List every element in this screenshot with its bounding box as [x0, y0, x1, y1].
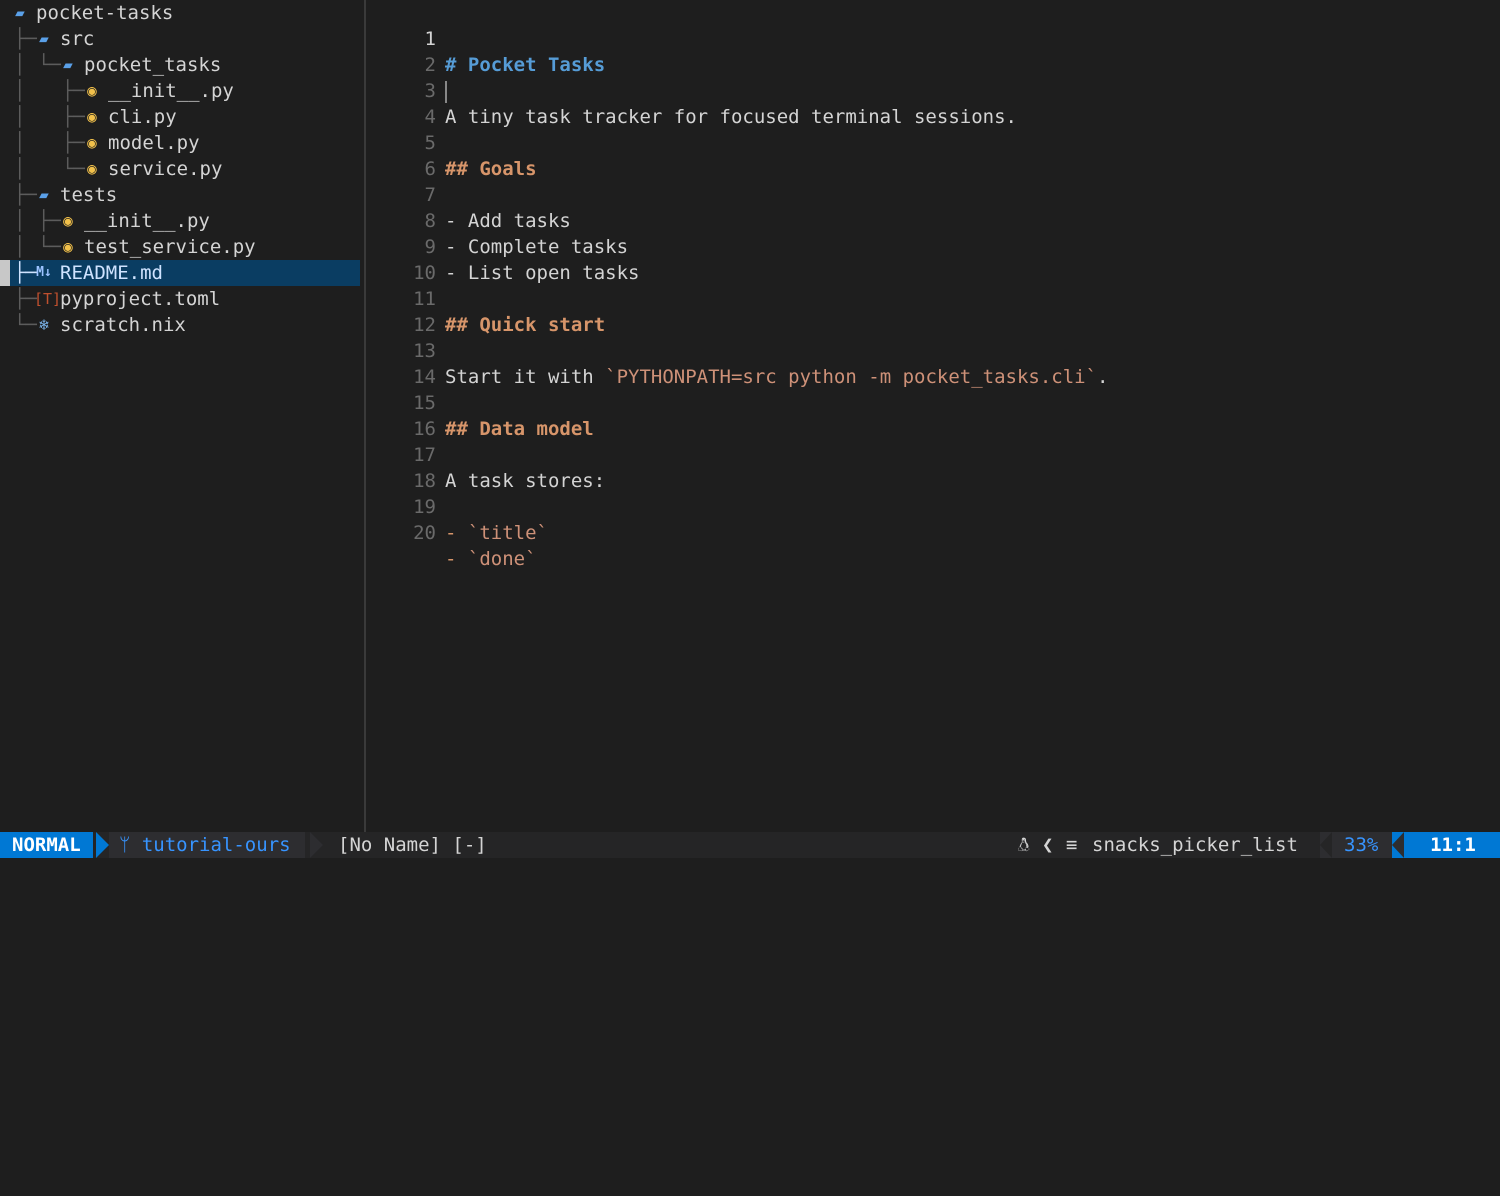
editor-line[interactable]: 20 - `done` — [368, 494, 1500, 570]
editor-line[interactable]: 15 ## Data model — [368, 364, 1500, 440]
modified-flag: [-] — [452, 834, 487, 856]
editor-line[interactable]: 8 - Complete tasks — [368, 182, 1500, 258]
file-explorer: ▰ pocket-tasks ├─ ▰ src │ └─ ▰ pocket_ta… — [0, 0, 366, 832]
powerline-separator — [310, 832, 323, 858]
tree-item-tests[interactable]: ├─ ▰ tests — [0, 182, 360, 208]
tree-item-scratch-nix[interactable]: └─ ❄ scratch.nix — [0, 312, 360, 338]
tree-item-pyproject-toml[interactable]: ├─ [T] pyproject.toml — [0, 286, 360, 312]
line-number: 20 — [413, 522, 436, 544]
powerline-separator — [1392, 832, 1404, 858]
tree-guide-vertical: │ — [14, 236, 26, 258]
tree-item-service-py[interactable]: │ └─ ◉ service.py — [0, 156, 360, 182]
powerline-separator — [1320, 832, 1332, 858]
tree-item-src[interactable]: ├─ ▰ src — [0, 26, 360, 52]
cursor-position: 11:1 — [1392, 832, 1500, 858]
editor-line[interactable]: 14 — [368, 338, 1500, 388]
tree-item-root[interactable]: ▰ pocket-tasks — [0, 0, 360, 26]
editor-line[interactable]: 12 — [368, 286, 1500, 336]
tree-item-cli-py[interactable]: │ ├─ ◉ cli.py — [0, 104, 360, 130]
tree-item-init-py[interactable]: │ ├─ ◉ __init__.py — [0, 78, 360, 104]
editor-line[interactable]: 1 # Pocket Tasks — [368, 0, 1500, 76]
tree-guide-vertical: │ — [14, 54, 26, 76]
tree-item-readme-md[interactable]: ├─ M↓ README.md — [0, 260, 360, 286]
tree-item-tests-init-py[interactable]: │ ├─ ◉ __init__.py — [0, 208, 360, 234]
folder-open-icon: ▰ — [63, 55, 73, 74]
editor-pane[interactable]: 1 # Pocket Tasks 2 3 A tiny task tracker… — [368, 0, 1500, 832]
editor-line[interactable]: 5 ## Goals — [368, 104, 1500, 180]
editor-line[interactable]: 16 — [368, 390, 1500, 440]
selection-marker — [0, 260, 10, 286]
editor-line[interactable]: 11 ## Quick start — [368, 260, 1500, 336]
tree-guide-vertical: │ — [14, 106, 26, 128]
file-name: [No Name] [-] — [338, 834, 487, 856]
folder-open-icon: ▰ — [15, 3, 25, 22]
tree-guide-vertical: │ — [14, 80, 26, 102]
editor-line[interactable]: 18 — [368, 442, 1500, 492]
powerline-separator — [96, 832, 109, 858]
tree-guide-vertical: │ — [14, 132, 26, 154]
filetype: snacks_picker_list — [1092, 834, 1298, 856]
editor-line[interactable]: 10 — [368, 234, 1500, 284]
folder-open-icon: ▰ — [39, 185, 49, 204]
python-icon: ◉ — [87, 107, 97, 126]
editor-line[interactable]: 2 — [368, 26, 1500, 103]
python-icon: ◉ — [63, 237, 73, 256]
git-branch-icon: ᛘ — [119, 834, 131, 856]
editor-line[interactable]: 3 A tiny task tracker for focused termin… — [368, 52, 1500, 128]
nix-snowflake-icon: ❄ — [39, 315, 49, 334]
list-item-text: - `done` — [445, 548, 537, 570]
inline-code: `done` — [467, 548, 537, 570]
tree-item-pocket-tasks[interactable]: │ └─ ▰ pocket_tasks — [0, 52, 360, 78]
tree-guide-vertical: │ — [14, 158, 26, 180]
editor-line[interactable]: 4 — [368, 78, 1500, 128]
editor-line[interactable]: 7 - Add tasks — [368, 156, 1500, 232]
git-branch-segment[interactable]: ᛘ tutorial-ours — [109, 832, 305, 858]
python-icon: ◉ — [87, 133, 97, 152]
lines-icon: ≡ — [1066, 834, 1078, 856]
markdown-icon: M↓ — [36, 265, 52, 280]
tree-item-test-service-py[interactable]: │ └─ ◉ test_service.py — [0, 234, 360, 260]
tree-item-model-py[interactable]: │ ├─ ◉ model.py — [0, 130, 360, 156]
statusline: NORMAL ᛘ tutorial-ours [No Name] [-] 🐧︎ … — [0, 832, 1500, 858]
python-icon: ◉ — [87, 159, 97, 178]
python-icon: ◉ — [63, 211, 73, 230]
tree-guide-vertical: │ — [14, 210, 26, 232]
editor-line[interactable]: 6 — [368, 130, 1500, 180]
folder-open-icon: ▰ — [39, 29, 49, 48]
inline-code: `title` — [467, 522, 548, 544]
python-icon: ◉ — [87, 81, 97, 100]
list-item-text: - `title` — [445, 522, 548, 544]
editor-line[interactable]: 9 - List open tasks — [368, 208, 1500, 284]
toml-icon: [T] — [34, 290, 62, 308]
editor-line[interactable]: 13 Start it with `PYTHONPATH=src python … — [368, 312, 1500, 388]
mode-indicator: NORMAL — [0, 832, 93, 858]
editor-line[interactable]: 19 - `title` — [368, 468, 1500, 544]
linux-icon: 🐧︎ — [1018, 834, 1030, 856]
editor-line[interactable]: 17 A task stores: — [368, 416, 1500, 492]
command-line[interactable] — [0, 858, 1500, 885]
chevron-left-icon: ❮ — [1042, 834, 1054, 856]
